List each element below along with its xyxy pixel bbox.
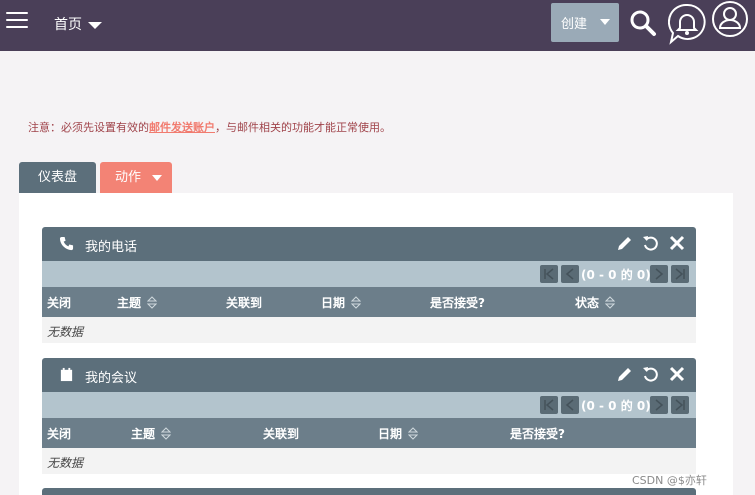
column-header-date[interactable]: 日期: [321, 294, 362, 311]
notice-text-prefix: 注意：必须先设置有效的: [28, 121, 149, 134]
column-header-subject[interactable]: 主题: [117, 294, 158, 311]
column-header-accepted[interactable]: 是否接受?: [430, 294, 485, 311]
search-icon[interactable]: [629, 9, 657, 37]
home-menu-link[interactable]: 首页: [54, 14, 102, 34]
column-header-label: 日期: [321, 296, 346, 310]
column-header-label: 主题: [131, 427, 156, 441]
next-page-button[interactable]: [650, 265, 668, 283]
column-header-subject[interactable]: 主题: [131, 425, 172, 442]
column-header-label: 状态: [575, 296, 600, 310]
pagination-bar: (0 - 0 的 0): [42, 261, 696, 287]
email-setup-notice: 注意：必须先设置有效的邮件发送账户，与邮件相关的功能才能正常使用。: [28, 119, 391, 135]
sort-icon: [161, 427, 172, 440]
actions-dropdown-button[interactable]: 动作: [100, 162, 172, 193]
pagination-bar: (0 - 0 的 0): [42, 392, 696, 418]
first-page-button[interactable]: [540, 265, 558, 283]
previous-page-icon: [565, 268, 574, 280]
last-page-button[interactable]: [671, 265, 689, 283]
chevron-down-icon: [88, 21, 102, 29]
dashlet-header: 我的会议: [42, 358, 696, 392]
notification-bell-icon[interactable]: [668, 3, 706, 45]
next-page-icon: [655, 399, 664, 411]
actions-label: 动作: [115, 170, 142, 185]
notice-text-suffix: ，与邮件相关的功能才能正常使用。: [215, 121, 391, 134]
column-header-related[interactable]: 关联到: [226, 294, 262, 311]
sort-icon: [408, 427, 419, 440]
empty-table-row: 无数据: [42, 317, 696, 343]
close-icon[interactable]: [668, 365, 686, 383]
last-page-icon: [675, 268, 685, 280]
column-header-status[interactable]: 状态: [575, 294, 616, 311]
previous-page-icon: [565, 399, 574, 411]
dashlet-title: 我的电话: [85, 240, 138, 255]
phone-icon: [59, 236, 74, 251]
dashlet-header: 我的电话: [42, 227, 696, 261]
previous-page-button[interactable]: [561, 265, 579, 283]
user-avatar-icon[interactable]: [711, 0, 749, 38]
column-header-accepted[interactable]: 是否接受?: [510, 425, 565, 442]
home-label: 首页: [54, 17, 82, 33]
dashlet-my-calls: 我的电话 (0 - 0 的 0) 关闭 主题 关联到 日期 是否接受? 状态 无…: [42, 227, 696, 343]
edit-pencil-icon[interactable]: [616, 365, 634, 383]
dashlet-title: 我的会议: [85, 371, 138, 386]
sort-icon: [147, 296, 158, 309]
tab-dashboard[interactable]: 仪表盘: [19, 162, 96, 193]
email-account-link[interactable]: 邮件发送账户: [149, 121, 215, 134]
column-header-date[interactable]: 日期: [378, 425, 419, 442]
empty-table-row: 无数据: [42, 448, 696, 474]
previous-page-button[interactable]: [561, 396, 579, 414]
first-page-icon: [544, 268, 554, 280]
table-header-row: 关闭 主题 关联到 日期 是否接受?: [42, 418, 696, 448]
next-page-button[interactable]: [650, 396, 668, 414]
last-page-icon: [675, 399, 685, 411]
close-icon[interactable]: [668, 234, 686, 252]
next-page-icon: [655, 268, 664, 280]
pagination-count: (0 - 0 的 0): [581, 268, 651, 282]
first-page-icon: [544, 399, 554, 411]
sort-icon: [605, 296, 616, 309]
dashlet-my-meetings: 我的会议 (0 - 0 的 0) 关闭 主题 关联到 日期 是否接受? 无数据: [42, 358, 696, 474]
column-header-related[interactable]: 关联到: [263, 425, 299, 442]
column-header-label: 主题: [117, 296, 142, 310]
watermark-text: CSDN @$亦轩: [632, 474, 707, 487]
column-header-close[interactable]: 关闭: [47, 425, 71, 442]
create-button[interactable]: 创建: [551, 3, 619, 42]
table-header-row: 关闭 主题 关联到 日期 是否接受? 状态: [42, 287, 696, 317]
top-navigation-bar: 首页 创建: [0, 0, 755, 51]
edit-pencil-icon[interactable]: [616, 234, 634, 252]
chevron-down-icon: [152, 175, 162, 181]
first-page-button[interactable]: [540, 396, 558, 414]
pagination-count: (0 - 0 的 0): [581, 399, 651, 413]
sort-icon: [351, 296, 362, 309]
last-page-button[interactable]: [671, 396, 689, 414]
create-button-label: 创建: [561, 17, 588, 32]
chevron-down-icon: [600, 19, 610, 25]
column-header-label: 日期: [378, 427, 403, 441]
refresh-icon[interactable]: [642, 234, 660, 252]
column-header-close[interactable]: 关闭: [47, 294, 71, 311]
dashlet-header-partial: [42, 488, 696, 495]
calendar-icon: [60, 367, 73, 382]
menu-icon[interactable]: [6, 12, 28, 30]
refresh-icon[interactable]: [642, 365, 660, 383]
